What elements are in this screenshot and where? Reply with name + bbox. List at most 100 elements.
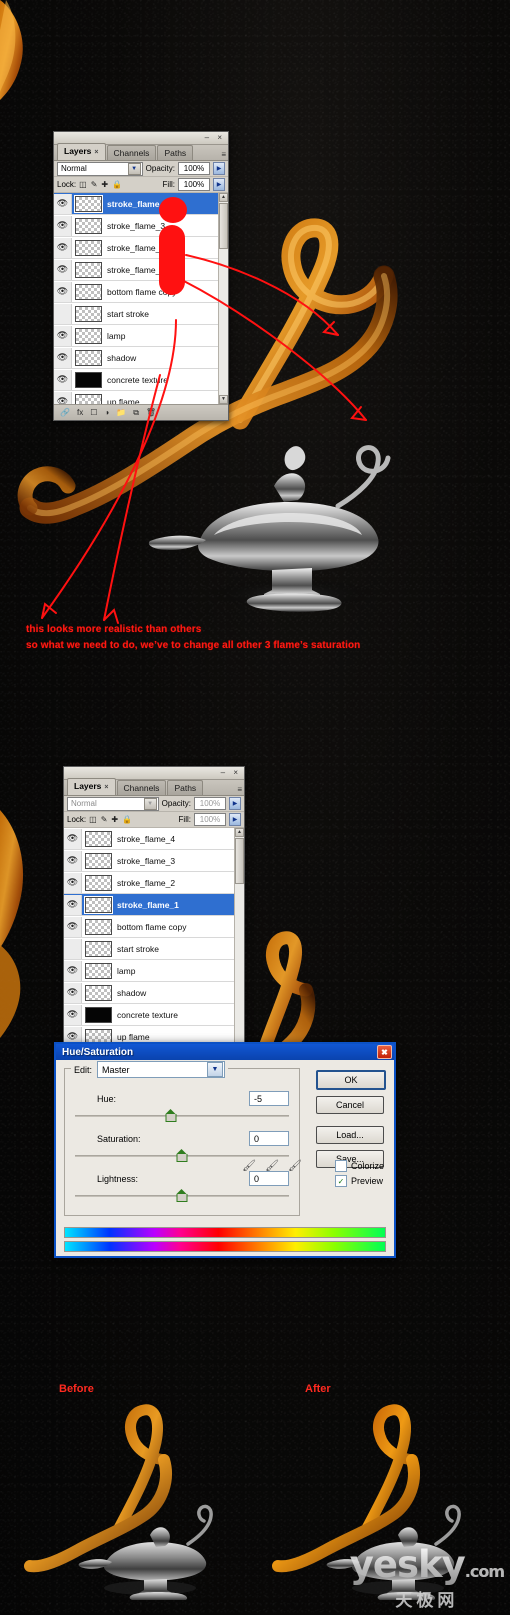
tab-layers[interactable]: Layers × (67, 778, 116, 795)
eye-icon[interactable]: 👁 (54, 193, 72, 214)
eyedropper-subtract-icon[interactable]: 🖌 (288, 1159, 302, 1172)
window-buttons[interactable]: – × (221, 768, 241, 777)
panel-menu-icon[interactable]: ≡ (237, 785, 242, 794)
scroll-up-icon[interactable]: ▲ (235, 828, 244, 837)
eye-icon[interactable]: 👁 (54, 215, 72, 236)
layer-thumbnail[interactable] (75, 393, 102, 404)
table-row[interactable]: 👁 stroke_flame_4 (64, 828, 244, 850)
chevron-down-icon[interactable]: ▼ (207, 1062, 224, 1077)
transparency-lock-icon[interactable]: ◫ (89, 815, 97, 824)
eye-icon[interactable]: 👁 (54, 237, 72, 258)
lightness-slider-knob[interactable] (176, 1189, 188, 1202)
lock-icon-group[interactable]: ◫ ✎ ✚ 🔒 (79, 180, 122, 189)
fill-stepper[interactable]: ▶ (229, 813, 241, 826)
eyedropper-icon[interactable]: 🖌 (242, 1159, 256, 1172)
adjustment-layer-icon[interactable]: ◑ (104, 408, 109, 417)
table-row[interactable]: 👁 stroke_flame_3 (54, 215, 228, 237)
blend-opacity-row[interactable]: Normal ▼ Opacity: 100% ▶ (64, 796, 244, 812)
scrollbar-thumb[interactable] (219, 203, 228, 249)
layer-list-bottom[interactable]: 👁 stroke_flame_4 👁 stroke_flame_3 👁 stro… (64, 828, 244, 1061)
hue-saturation-dialog[interactable]: Hue/Saturation ✖ Edit: Master ▼ Hue: -5 (54, 1042, 396, 1258)
hue-slider-block[interactable]: Hue: -5 (75, 1091, 289, 1123)
opacity-input[interactable]: 100% (178, 162, 210, 175)
layer-thumbnail[interactable] (75, 305, 102, 322)
link-layers-icon[interactable]: 🔗 (60, 408, 70, 417)
close-icon[interactable]: × (104, 784, 108, 791)
eye-icon[interactable]: 👁 (64, 828, 82, 849)
tab-channels[interactable]: Channels (106, 145, 157, 160)
layer-thumbnail[interactable] (75, 283, 102, 300)
chevron-down-icon[interactable]: ▼ (143, 797, 157, 810)
layers-panel-footer[interactable]: 🔗 fx ☐ ◑ 📁 ⧉ 🗑 (54, 404, 228, 420)
layer-thumbnail[interactable] (75, 239, 102, 256)
colorize-checkbox[interactable] (334, 1160, 347, 1172)
table-row[interactable]: 👁 shadow (64, 982, 244, 1004)
hue-input[interactable]: -5 (249, 1091, 289, 1106)
fill-input[interactable]: 100% (194, 813, 226, 826)
table-row[interactable]: 👁 stroke_flame_2 (54, 237, 228, 259)
eye-icon[interactable]: 👁 (54, 281, 72, 302)
saturation-slider-knob[interactable] (176, 1149, 188, 1162)
layers-panel-top[interactable]: – × Layers × Channels Paths ≡ Normal ▼ Op… (53, 131, 229, 421)
table-row[interactable]: 👁 bottom flame copy (64, 916, 244, 938)
layer-thumbnail[interactable] (75, 327, 102, 344)
brush-lock-icon[interactable]: ✎ (101, 815, 108, 824)
table-row[interactable]: 👁 concrete texture (64, 1004, 244, 1026)
colorize-checkbox-row[interactable]: Colorize (334, 1160, 384, 1172)
hue-slider-track[interactable] (75, 1109, 289, 1123)
scroll-down-icon[interactable]: ▼ (219, 395, 228, 404)
lock-icon-group[interactable]: ◫ ✎ ✚ 🔒 (89, 815, 132, 824)
eye-icon[interactable]: 👁 (54, 325, 72, 346)
move-lock-icon[interactable]: ✚ (111, 815, 118, 824)
opacity-stepper[interactable]: ▶ (213, 162, 225, 175)
blend-mode-select[interactable]: Normal ▼ (67, 796, 159, 811)
layer-list-scrollbar[interactable]: ▲ ▼ (218, 193, 228, 404)
eye-icon[interactable]: 👁 (54, 369, 72, 390)
opacity-stepper[interactable]: ▶ (229, 797, 241, 810)
lock-fill-row[interactable]: Lock: ◫ ✎ ✚ 🔒 Fill: 100% ▶ (64, 812, 244, 828)
move-lock-icon[interactable]: ✚ (101, 180, 108, 189)
eyedropper-group[interactable]: 🖌 🖌 🖌 (242, 1159, 302, 1172)
preview-checkbox[interactable]: ✓ (334, 1175, 347, 1187)
lock-fill-row[interactable]: Lock: ◫ ✎ ✚ 🔒 Fill: 100% ▶ (54, 177, 228, 193)
preview-checkbox-row[interactable]: ✓ Preview (334, 1175, 384, 1187)
load-button[interactable]: Load... (316, 1126, 384, 1144)
all-lock-icon[interactable]: 🔒 (122, 815, 132, 824)
table-row[interactable]: 👁 up flame (54, 391, 228, 404)
table-row[interactable]: 👁 bottom flame copy (54, 281, 228, 303)
layer-thumbnail[interactable] (75, 371, 102, 388)
brush-lock-icon[interactable]: ✎ (91, 180, 98, 189)
new-group-icon[interactable]: 📁 (116, 408, 126, 417)
table-row[interactable]: 👁 start stroke (54, 303, 228, 325)
table-row[interactable]: 👁 start stroke (64, 938, 244, 960)
all-lock-icon[interactable]: 🔒 (112, 180, 122, 189)
eye-icon[interactable]: 👁 (54, 259, 72, 280)
saturation-input[interactable]: 0 (249, 1131, 289, 1146)
eye-icon[interactable]: 👁 (64, 982, 82, 1003)
table-row[interactable]: 👁 stroke_flame_3 (64, 850, 244, 872)
chevron-down-icon[interactable]: ▼ (127, 162, 141, 175)
eye-icon[interactable]: 👁 (54, 347, 72, 368)
panel-tabs[interactable]: Layers × Channels Paths ≡ (54, 143, 228, 161)
scrollbar-thumb[interactable] (235, 838, 244, 884)
eye-icon[interactable]: 👁 (54, 303, 72, 324)
delete-layer-icon[interactable]: 🗑 (146, 408, 156, 417)
eye-icon[interactable]: 👁 (54, 391, 72, 404)
eye-icon[interactable]: 👁 (64, 894, 82, 915)
lightness-slider-track[interactable] (75, 1189, 289, 1203)
layer-thumbnail[interactable] (85, 1006, 112, 1023)
hue-slider-knob[interactable] (165, 1109, 177, 1122)
layer-thumbnail[interactable] (85, 984, 112, 1001)
window-buttons[interactable]: – × (205, 133, 225, 142)
table-row[interactable]: 👁 lamp (64, 960, 244, 982)
lightness-input[interactable]: 0 (249, 1171, 289, 1186)
layer-thumbnail[interactable] (85, 830, 112, 847)
layers-panel-bottom[interactable]: – × Layers × Channels Paths ≡ Normal ▼ Op… (63, 766, 245, 1062)
eye-icon[interactable]: 👁 (64, 916, 82, 937)
lightness-slider-block[interactable]: Lightness: 0 (75, 1171, 289, 1203)
layer-thumbnail[interactable] (85, 962, 112, 979)
table-row[interactable]: 👁 concrete texture (54, 369, 228, 391)
close-icon[interactable]: × (94, 149, 98, 156)
layer-thumbnail[interactable] (85, 918, 112, 935)
fill-stepper[interactable]: ▶ (213, 178, 225, 191)
